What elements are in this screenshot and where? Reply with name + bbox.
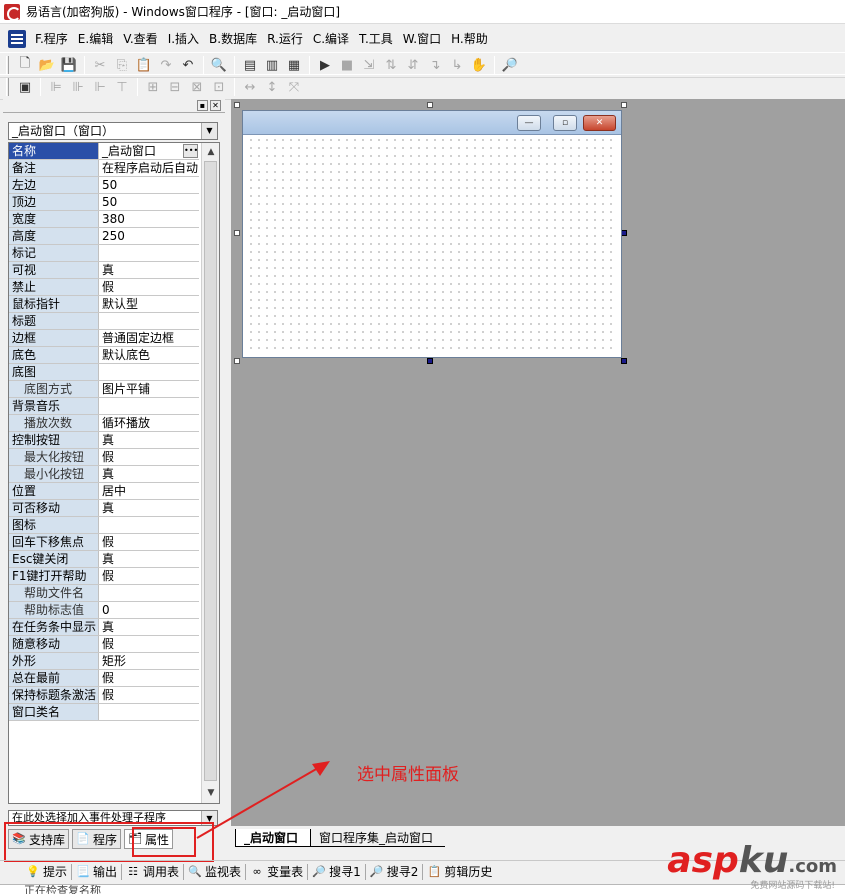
document-tab[interactable]: 窗口程序集_启动窗口 (311, 829, 446, 847)
watermark-part1: asp (667, 840, 739, 881)
output-tab-search2[interactable]: 🔎 搜寻2 (366, 862, 423, 882)
output-tab-output[interactable]: 📃 输出 (72, 862, 121, 882)
output-tab-label: 提示 (43, 865, 68, 879)
status-text: 正在检查复名称 (24, 884, 101, 894)
watermark-sub: 免费网站源码下载站! (750, 881, 835, 891)
output-tab-label: 搜寻1 (329, 865, 361, 879)
variables-icon: ∞ (252, 864, 262, 878)
search1-icon: 🔎 (312, 864, 326, 878)
callstack-icon: ☷ (128, 864, 138, 878)
output-tab-label: 搜寻2 (386, 865, 419, 879)
output-tab-label: 剪辑历史 (444, 865, 493, 879)
tip-icon: 💡 (26, 864, 40, 878)
watch-icon: 🔍 (188, 864, 202, 878)
annotation-label: 选中属性面板 (357, 765, 459, 785)
document-tab[interactable]: _启动窗口 (235, 829, 312, 847)
output-tab-label: 监视表 (205, 865, 242, 879)
output-tab-clip-history[interactable]: 📋 剪辑历史 (423, 862, 496, 882)
search2-icon: 🔎 (369, 864, 384, 878)
output-tab-label: 输出 (93, 865, 118, 879)
watermark-part2: ku (738, 840, 789, 881)
watermark-logo: asp ku .com (667, 840, 837, 881)
output-tab-callstack[interactable]: ☷ 调用表 (122, 862, 183, 882)
output-tab-search1[interactable]: 🔎 搜寻1 (308, 862, 365, 882)
output-tab-tip[interactable]: 💡 提示 (22, 862, 71, 882)
clip-history-icon: 📋 (427, 864, 442, 878)
watermark-part3: .com (788, 856, 837, 877)
output-tab-variables[interactable]: ∞ 变量表 (246, 862, 307, 882)
output-icon: 📃 (76, 864, 90, 878)
output-tab-watch[interactable]: 🔍 监视表 (184, 862, 245, 882)
output-tab-label: 变量表 (267, 865, 304, 879)
status-bar: 正在检查复名称 (0, 884, 845, 894)
output-tab-label: 调用表 (143, 865, 180, 879)
